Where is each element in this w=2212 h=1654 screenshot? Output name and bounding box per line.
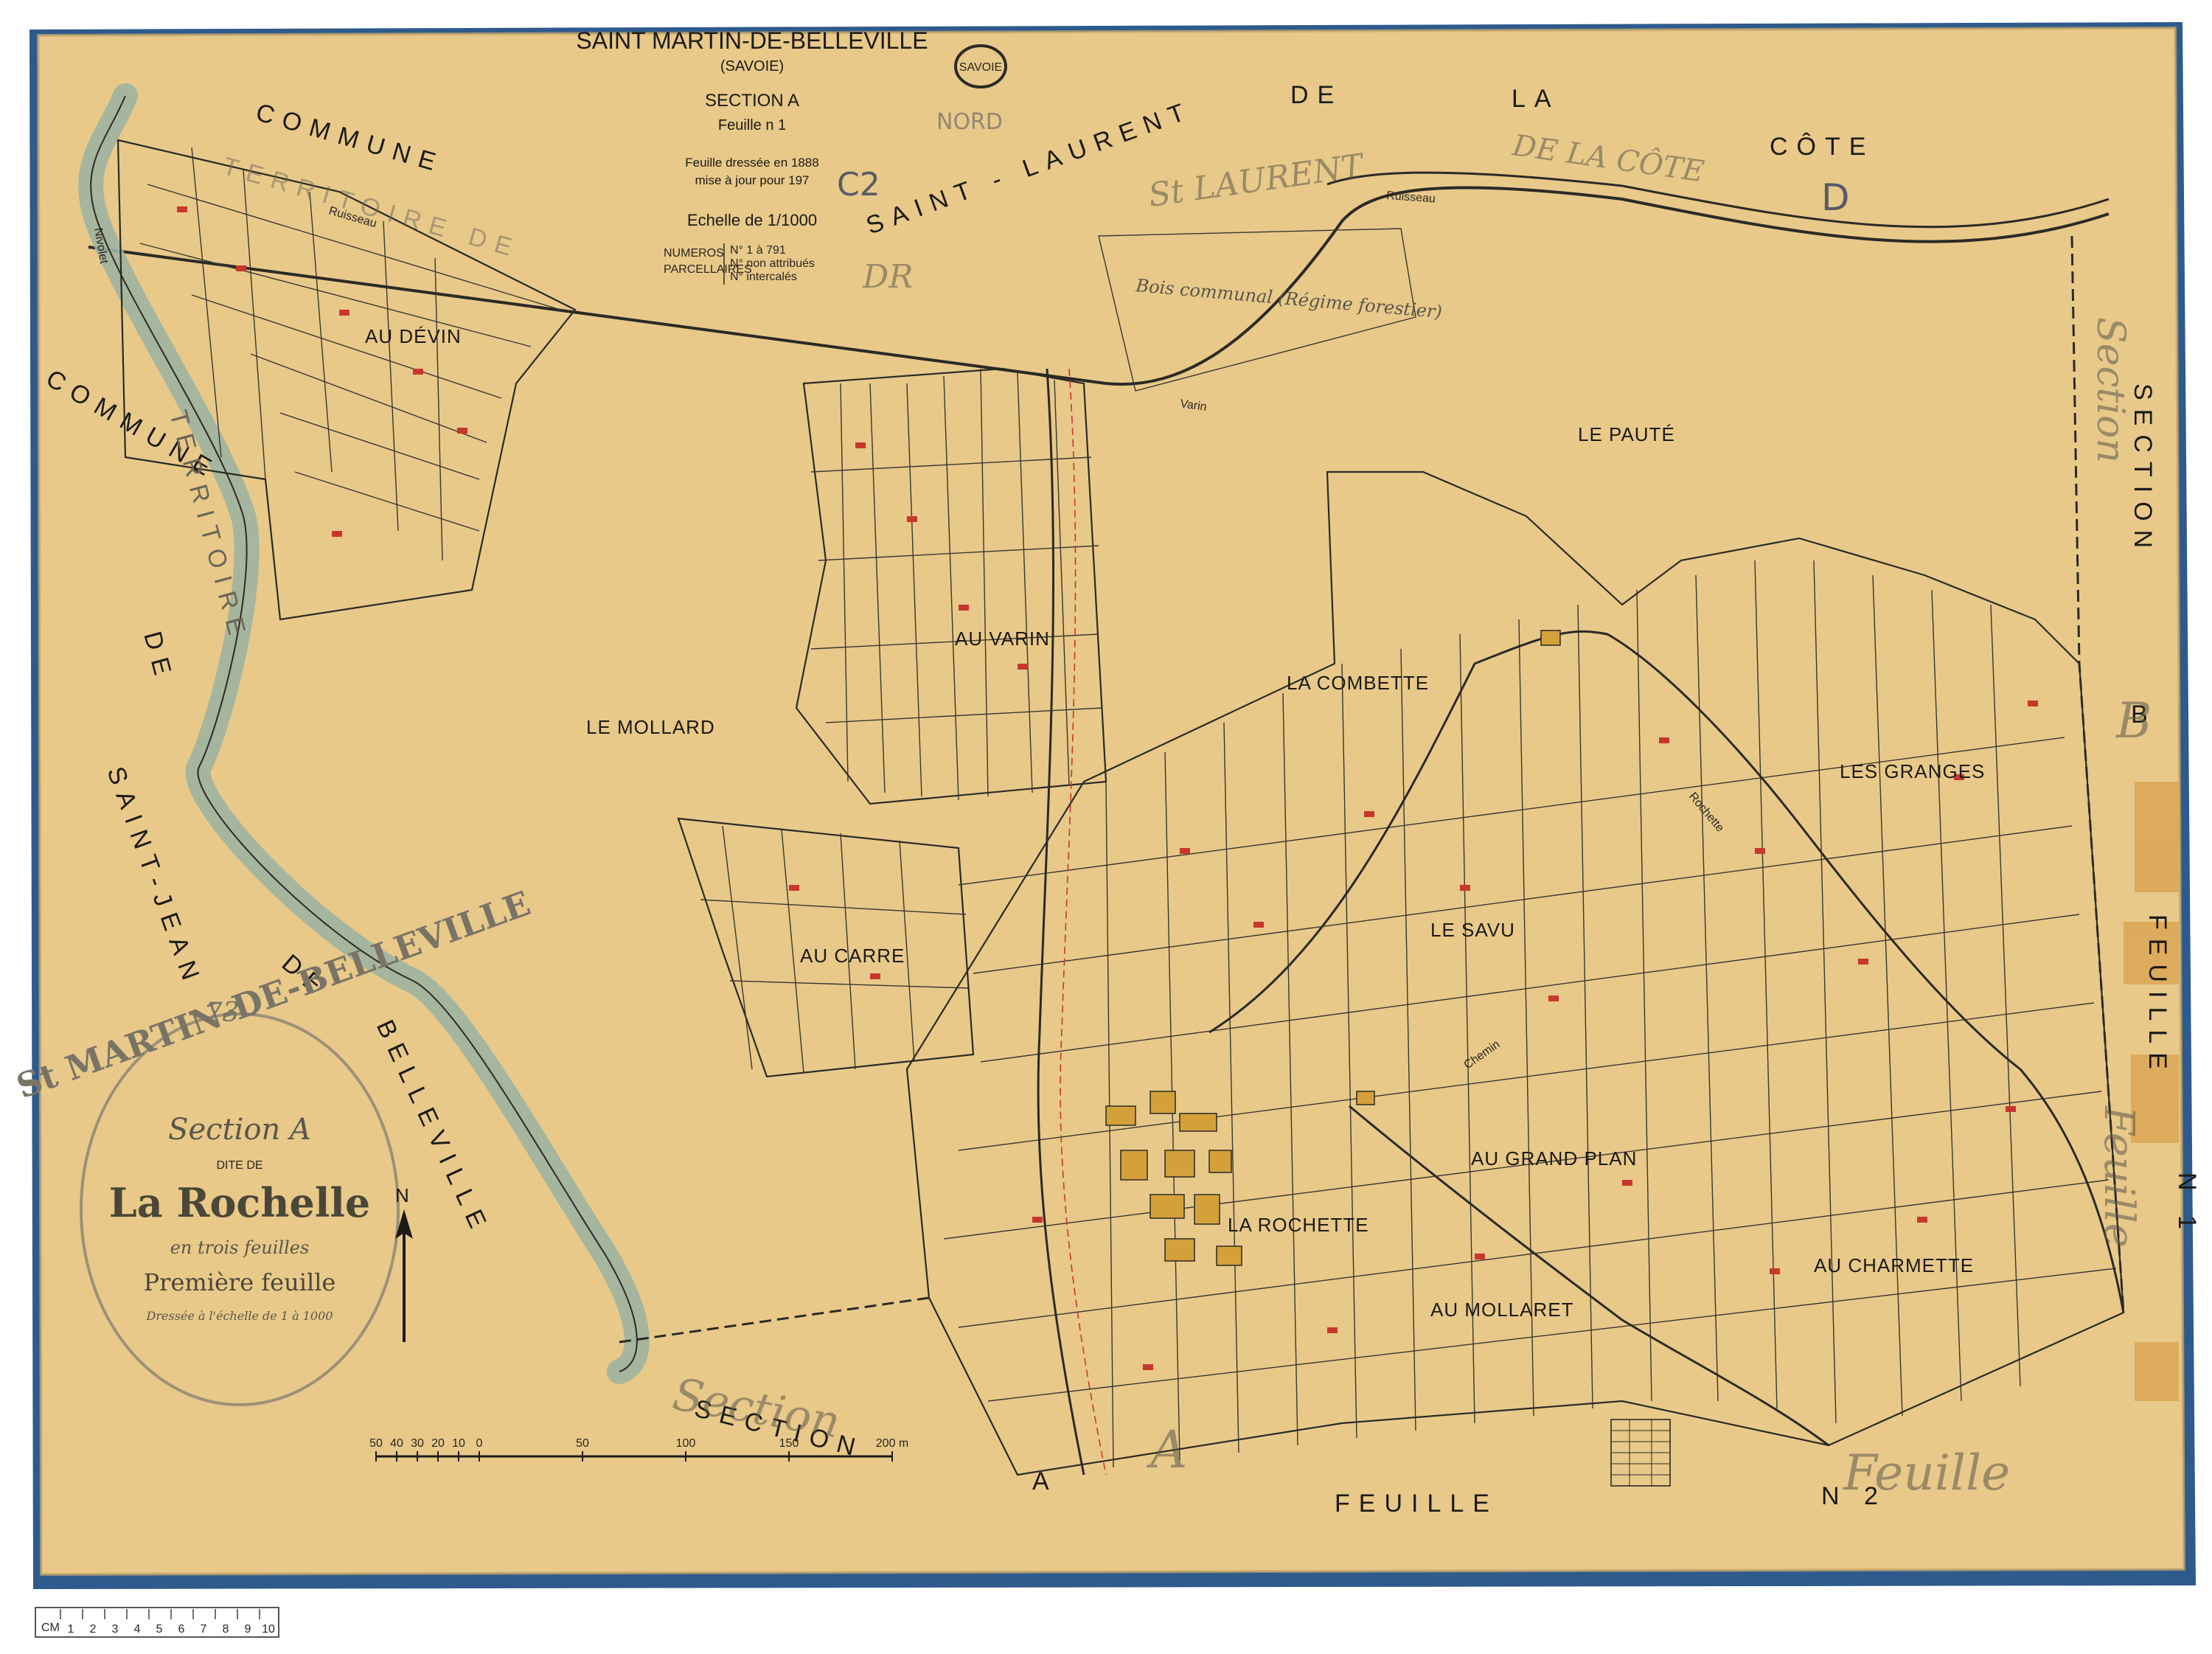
map-subtitle: (SAVOIE) <box>720 58 784 74</box>
place-au-carre: AU CARRE <box>800 945 905 967</box>
scale-tick-9: 200 m <box>876 1437 908 1450</box>
cartouche-scale-line: Dressée à l'échelle de 1 à 1000 <box>146 1309 333 1323</box>
ruler-tick-3: 3 <box>112 1623 119 1636</box>
cartouche-dite: DITE DE <box>216 1159 262 1172</box>
scale-tick-1: 40 <box>390 1437 403 1450</box>
scale-label: Echelle de 1/1000 <box>687 211 817 229</box>
paper-sheet <box>38 28 2184 1574</box>
scale-tick-2: 30 <box>411 1437 424 1450</box>
sheet-label: Feuille n 1 <box>718 117 786 133</box>
place-le-paute: LE PAUTÉ <box>1578 423 1675 445</box>
n1-label: N 1 <box>2173 1172 2201 1238</box>
place-au-mollaret: AU MOLLARET <box>1430 1299 1574 1321</box>
cote-label: CÔTE <box>1770 133 1874 161</box>
scale-tick-3: 20 <box>431 1437 445 1450</box>
ruler-tick-10: 10 <box>262 1623 275 1636</box>
feuille-script-right: Feuille <box>2095 1105 2143 1248</box>
place-au-varin: AU VARIN <box>955 628 1050 650</box>
scale-tick-8: 150 <box>779 1437 799 1450</box>
pencil-nord: NORD <box>936 109 1003 135</box>
ruler-tick-1: 1 <box>68 1623 74 1636</box>
pencil-c2: C2 <box>837 166 880 204</box>
scale-tick-7: 100 <box>676 1437 696 1450</box>
cartouche-sheet: Première feuille <box>144 1268 336 1296</box>
ruler-tick-4: 4 <box>134 1623 141 1636</box>
place-au-grand-plan: AU GRAND PLAN <box>1471 1147 1637 1170</box>
section-script-right: Section <box>2088 317 2132 463</box>
legend-row-3: N° intercalés <box>730 271 797 283</box>
feuille-right-label: FEUILLE <box>2143 914 2171 1078</box>
section-label: SECTION A <box>705 91 799 111</box>
ruler-tick-8: 8 <box>223 1623 229 1636</box>
cadastral-map: SAINT MARTIN-DE-BELLEVILLE (SAVOIE) SECT… <box>0 0 2212 1654</box>
feuille-bottom-label: FEUILLE <box>1335 1490 1498 1518</box>
legend-row-1: N° 1 à 791 <box>730 244 786 257</box>
pencil-d: D <box>1821 176 1850 219</box>
ruler-tick-9: 9 <box>245 1623 251 1636</box>
feuille-script: Feuille <box>1843 1445 2010 1501</box>
ruler-tick-6: 6 <box>178 1623 185 1636</box>
place-le-savu: LE SAVU <box>1430 919 1515 941</box>
place-le-mollard: LE MOLLARD <box>586 716 715 738</box>
ruler-unit: CM <box>41 1622 60 1634</box>
place-la-rochette: LA ROCHETTE <box>1228 1214 1369 1236</box>
cartouche-section: Section A <box>168 1113 311 1147</box>
drawn-date: Feuille dressée en 1888 <box>685 156 818 170</box>
scale-tick-6: 50 <box>576 1437 589 1450</box>
scale-tick-5: 0 <box>476 1437 483 1450</box>
scale-tick-4: 10 <box>452 1437 465 1450</box>
place-au-charmette: AU CHARMETTE <box>1814 1254 1974 1276</box>
place-au-devin: AU DÉVIN <box>365 325 462 347</box>
ruler-tick-5: 5 <box>156 1623 163 1636</box>
a-script: A <box>1146 1420 1188 1480</box>
legend-row-2: N° non attribués <box>730 257 815 270</box>
map-title: SAINT MARTIN-DE-BELLEVILLE <box>576 27 928 54</box>
measurement-ruler: CM 1 2 3 4 5 6 7 8 9 10 <box>35 1607 279 1638</box>
ruler-tick-7: 7 <box>201 1623 207 1636</box>
dr-script: DR <box>862 258 913 296</box>
north-letter: N <box>395 1184 410 1206</box>
ruler-tick-2: 2 <box>90 1623 97 1636</box>
a-bottom-label: A <box>1032 1467 1058 1495</box>
place-la-combette: LA COMBETTE <box>1287 672 1429 694</box>
scale-tick-0: 50 <box>369 1437 383 1450</box>
stamp-text: SAVOIE <box>959 61 1002 74</box>
la-label: LA <box>1512 85 1560 113</box>
cartouche-detail: en trois feuilles <box>170 1237 310 1258</box>
place-les-granges: LES GRANGES <box>1840 760 1985 782</box>
cartouche-name: La Rochelle <box>109 1179 371 1226</box>
updated-date: mise à jour pour 197 <box>695 173 810 187</box>
legend-title-1: NUMEROS <box>664 247 724 260</box>
b-script: B <box>2115 692 2152 749</box>
de-1-label: DE <box>1290 81 1343 109</box>
